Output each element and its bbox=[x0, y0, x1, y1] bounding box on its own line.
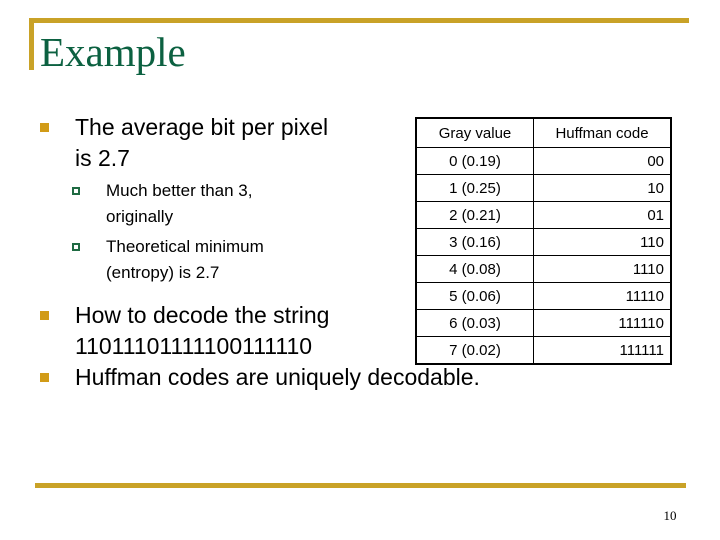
sub-bullet-line: originally bbox=[106, 207, 174, 226]
table-header-row: Gray value Huffman code bbox=[415, 117, 672, 148]
title-rule-vertical bbox=[29, 18, 34, 70]
bit-string-value: 11011101111100111110 bbox=[75, 333, 313, 359]
cell-huffman-code: 11110 bbox=[533, 282, 672, 310]
square-bullet-icon bbox=[40, 311, 49, 320]
cell-huffman-code: 10 bbox=[533, 174, 672, 202]
cell-huffman-code: 1110 bbox=[533, 255, 672, 283]
hollow-square-bullet-icon bbox=[72, 187, 80, 195]
cell-gray-value: 4 (0.08) bbox=[415, 255, 534, 283]
bullet-line: The average bit per pixel bbox=[75, 114, 329, 140]
cell-gray-value: 5 (0.06) bbox=[415, 282, 534, 310]
sub-bullet-line: Much better than 3, bbox=[106, 181, 253, 200]
cell-gray-value: 0 (0.19) bbox=[415, 147, 534, 175]
page-number: 10 bbox=[663, 508, 677, 523]
table-row: 6 (0.03) 111110 bbox=[415, 309, 672, 337]
cell-gray-value: 2 (0.21) bbox=[415, 201, 534, 229]
cell-huffman-code: 00 bbox=[533, 147, 672, 175]
bullet-line: is 2.7 bbox=[75, 145, 130, 171]
table-row: 5 (0.06) 11110 bbox=[415, 282, 672, 310]
sub-bullet-theoretical-minimum: Theoretical minimum (entropy) is 2.7 bbox=[38, 234, 413, 286]
column-header-huffman-code: Huffman code bbox=[533, 117, 672, 148]
bullet-line: How to decode the string bbox=[75, 302, 330, 328]
page-title: Example bbox=[40, 29, 186, 75]
square-bullet-icon bbox=[40, 373, 49, 382]
table-row: 2 (0.21) 01 bbox=[415, 201, 672, 229]
table-row: 7 (0.02) 111111 bbox=[415, 336, 672, 365]
column-header-gray-value: Gray value bbox=[415, 117, 534, 148]
sub-bullet-line: Theoretical minimum bbox=[106, 237, 264, 256]
table-row: 0 (0.19) 00 bbox=[415, 147, 672, 175]
cell-gray-value: 6 (0.03) bbox=[415, 309, 534, 337]
bullet-line: Huffman codes are uniquely decodable. bbox=[75, 364, 480, 390]
table-row: 1 (0.25) 10 bbox=[415, 174, 672, 202]
bullet-item-uniquely-decodable: Huffman codes are uniquely decodable. bbox=[38, 362, 480, 393]
slide: Example The average bit per pixel is 2.7… bbox=[0, 0, 720, 540]
bullet-item-decode-string: How to decode the string 110111011111001… bbox=[38, 300, 413, 362]
body-content: The average bit per pixel is 2.7 Much be… bbox=[38, 112, 480, 393]
footer-rule bbox=[35, 483, 686, 488]
hollow-square-bullet-icon bbox=[72, 243, 80, 251]
table-row: 4 (0.08) 1110 bbox=[415, 255, 672, 283]
cell-huffman-code: 111110 bbox=[533, 309, 672, 337]
cell-gray-value: 7 (0.02) bbox=[415, 336, 534, 365]
cell-huffman-code: 110 bbox=[533, 228, 672, 256]
square-bullet-icon bbox=[40, 123, 49, 132]
bullet-item-average-bpp: The average bit per pixel is 2.7 bbox=[38, 112, 413, 174]
cell-gray-value: 3 (0.16) bbox=[415, 228, 534, 256]
sub-bullet-line: (entropy) is 2.7 bbox=[106, 263, 220, 282]
table-body: 0 (0.19) 00 1 (0.25) 10 2 (0.21) 01 3 (0.16) 11… bbox=[415, 147, 672, 365]
sub-bullet-much-better: Much better than 3, originally bbox=[38, 178, 413, 230]
table-row: 3 (0.16) 110 bbox=[415, 228, 672, 256]
cell-huffman-code: 01 bbox=[533, 201, 672, 229]
cell-gray-value: 1 (0.25) bbox=[415, 174, 534, 202]
cell-huffman-code: 111111 bbox=[533, 336, 672, 365]
huffman-code-table: Gray value Huffman code 0 (0.19) 00 1 (0.2… bbox=[415, 117, 672, 365]
title-rule-horizontal bbox=[29, 18, 689, 23]
